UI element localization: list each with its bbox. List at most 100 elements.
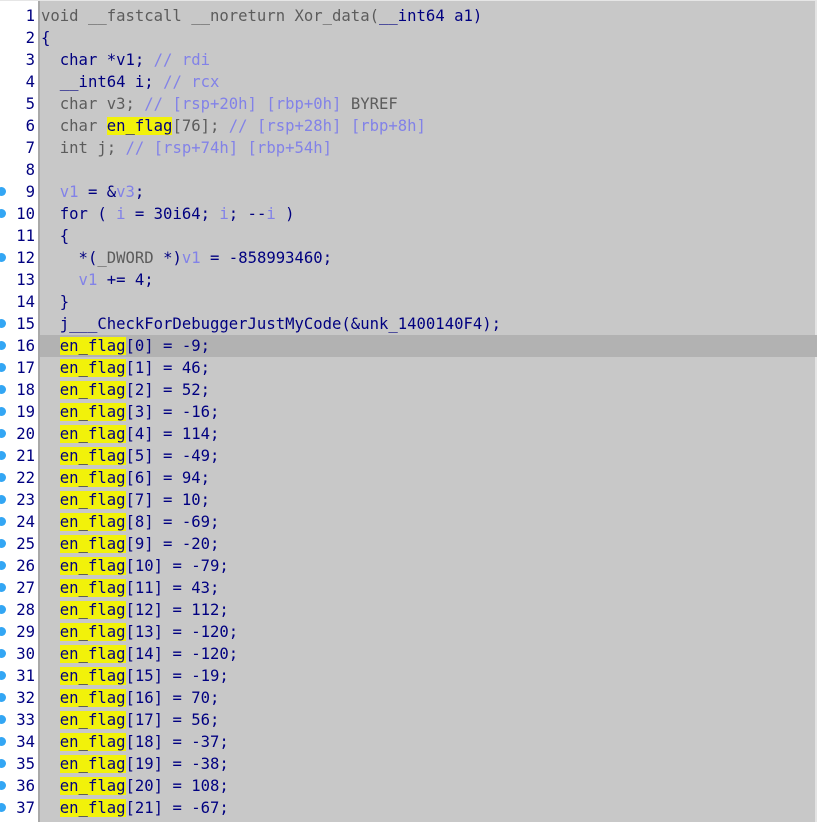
code-line[interactable]: 30 en_flag[14] = -120;: [0, 643, 817, 665]
code-line[interactable]: 25 en_flag[9] = -20;: [0, 533, 817, 555]
code-text[interactable]: en_flag[21] = -67;: [41, 797, 229, 819]
code-variable[interactable]: i: [266, 205, 275, 223]
code-line[interactable]: 18 en_flag[2] = 52;: [0, 379, 817, 401]
code-text[interactable]: en_flag[1] = 46;: [41, 357, 210, 379]
code-text[interactable]: __int64 i; // rcx: [41, 71, 220, 93]
code-line[interactable]: 27 en_flag[11] = 43;: [0, 577, 817, 599]
identifier-en-flag-highlighted[interactable]: en_flag: [59, 667, 126, 685]
code-line[interactable]: 7 int j; // [rsp+74h] [rbp+54h]: [0, 137, 817, 159]
code-text[interactable]: en_flag[10] = -79;: [41, 555, 229, 577]
code-line[interactable]: 32 en_flag[16] = 70;: [0, 687, 817, 709]
code-text[interactable]: *(_DWORD *)v1 = -858993460;: [41, 247, 333, 269]
identifier-en-flag-highlighted[interactable]: en_flag: [59, 557, 126, 575]
code-line[interactable]: 19 en_flag[3] = -16;: [0, 401, 817, 423]
code-lines[interactable]: 1 void __fastcall __noreturn Xor_data(__i…: [0, 5, 817, 819]
code-text[interactable]: en_flag[0] = -9;: [41, 335, 210, 357]
code-variable[interactable]: v3: [116, 183, 135, 201]
code-line[interactable]: 21 en_flag[5] = -49;: [0, 445, 817, 467]
code-line[interactable]: 10 for ( i = 30i64; i; --i ): [0, 203, 817, 225]
code-line[interactable]: 11 {: [0, 225, 817, 247]
code-text[interactable]: v1 = &v3;: [41, 181, 145, 203]
code-text[interactable]: for ( i = 30i64; i; --i ): [41, 203, 295, 225]
code-text[interactable]: en_flag[16] = 70;: [41, 687, 219, 709]
code-text[interactable]: {: [41, 27, 50, 49]
code-line[interactable]: 33 en_flag[17] = 56;: [0, 709, 817, 731]
code-line[interactable]: 36 en_flag[20] = 108;: [0, 775, 817, 797]
code-text[interactable]: int j; // [rsp+74h] [rbp+54h]: [41, 137, 332, 159]
identifier-en-flag-highlighted[interactable]: en_flag: [59, 733, 126, 751]
code-line[interactable]: 12 *(_DWORD *)v1 = -858993460;: [0, 247, 817, 269]
code-text[interactable]: j___CheckForDebuggerJustMyCode(&unk_1400…: [41, 313, 501, 335]
identifier-en-flag-highlighted[interactable]: en_flag: [106, 117, 173, 135]
identifier-en-flag-highlighted[interactable]: en_flag: [59, 755, 126, 773]
code-text[interactable]: en_flag[6] = 94;: [41, 467, 210, 489]
identifier-en-flag-highlighted[interactable]: en_flag: [59, 381, 126, 399]
code-text[interactable]: {: [41, 225, 69, 247]
identifier-en-flag-highlighted[interactable]: en_flag: [59, 645, 126, 663]
code-line[interactable]: 5 char v3; // [rsp+20h] [rbp+0h] BYREF: [0, 93, 817, 115]
code-line[interactable]: 2{: [0, 27, 817, 49]
code-variable[interactable]: v1: [41, 271, 98, 289]
code-line[interactable]: 14 }: [0, 291, 817, 313]
pseudocode-view[interactable]: 1 void __fastcall __noreturn Xor_data(__i…: [0, 0, 817, 822]
code-line[interactable]: 29 en_flag[13] = -120;: [0, 621, 817, 643]
code-text[interactable]: en_flag[8] = -69;: [41, 511, 219, 533]
code-line[interactable]: 17 en_flag[1] = 46;: [0, 357, 817, 379]
code-text[interactable]: en_flag[11] = 43;: [41, 577, 219, 599]
code-text[interactable]: en_flag[7] = 10;: [41, 489, 210, 511]
identifier-en-flag-highlighted[interactable]: en_flag: [59, 799, 126, 817]
code-line[interactable]: 15 j___CheckForDebuggerJustMyCode(&unk_1…: [0, 313, 817, 335]
identifier-en-flag-highlighted[interactable]: en_flag: [59, 513, 126, 531]
code-line[interactable]: 35 en_flag[19] = -38;: [0, 753, 817, 775]
code-line[interactable]: 8: [0, 159, 817, 181]
code-text[interactable]: en_flag[12] = 112;: [41, 599, 229, 621]
identifier-en-flag-highlighted[interactable]: en_flag: [59, 469, 126, 487]
code-text[interactable]: en_flag[20] = 108;: [41, 775, 229, 797]
identifier-en-flag-highlighted[interactable]: en_flag: [59, 579, 126, 597]
code-text[interactable]: en_flag[5] = -49;: [41, 445, 219, 467]
identifier-en-flag-highlighted[interactable]: en_flag: [59, 623, 126, 641]
code-text[interactable]: char v3; // [rsp+20h] [rbp+0h] BYREF: [41, 93, 398, 115]
code-variable[interactable]: i: [219, 205, 228, 223]
identifier-en-flag-highlighted[interactable]: en_flag: [59, 447, 126, 465]
code-text[interactable]: en_flag[15] = -19;: [41, 665, 229, 687]
code-line[interactable]: 26 en_flag[10] = -79;: [0, 555, 817, 577]
code-text[interactable]: en_flag[2] = 52;: [41, 379, 210, 401]
code-line[interactable]: 3 char *v1; // rdi: [0, 49, 817, 71]
identifier-en-flag-highlighted[interactable]: en_flag: [59, 535, 126, 553]
code-text[interactable]: char *v1; // rdi: [41, 49, 210, 71]
identifier-en-flag-highlighted[interactable]: en_flag: [59, 601, 126, 619]
code-text[interactable]: en_flag[17] = 56;: [41, 709, 219, 731]
identifier-en-flag-highlighted[interactable]: en_flag: [59, 425, 126, 443]
code-text[interactable]: char en_flag[76]; // [rsp+28h] [rbp+8h]: [41, 115, 426, 137]
code-text[interactable]: en_flag[13] = -120;: [41, 621, 238, 643]
code-variable[interactable]: i: [116, 205, 125, 223]
code-line[interactable]: 28 en_flag[12] = 112;: [0, 599, 817, 621]
code-line[interactable]: 13 v1 += 4;: [0, 269, 817, 291]
identifier-en-flag-highlighted[interactable]: en_flag: [59, 689, 126, 707]
code-line[interactable]: 20 en_flag[4] = 114;: [0, 423, 817, 445]
code-line[interactable]: 4 __int64 i; // rcx: [0, 71, 817, 93]
code-text[interactable]: void __fastcall __noreturn Xor_data(__in…: [41, 5, 482, 27]
identifier-en-flag-highlighted[interactable]: en_flag: [59, 711, 126, 729]
code-text[interactable]: en_flag[14] = -120;: [41, 643, 238, 665]
code-line[interactable]: 22 en_flag[6] = 94;: [0, 467, 817, 489]
code-line[interactable]: 37 en_flag[21] = -67;: [0, 797, 817, 819]
code-variable[interactable]: v1: [41, 183, 79, 201]
code-line[interactable]: 31 en_flag[15] = -19;: [0, 665, 817, 687]
code-text[interactable]: }: [41, 291, 69, 313]
code-line[interactable]: 9 v1 = &v3;: [0, 181, 817, 203]
code-line-current[interactable]: 16 en_flag[0] = -9;: [0, 335, 817, 357]
identifier-en-flag-highlighted[interactable]: en_flag: [59, 337, 126, 355]
code-line[interactable]: 23 en_flag[7] = 10;: [0, 489, 817, 511]
code-line[interactable]: 6 char en_flag[76]; // [rsp+28h] [rbp+8h…: [0, 115, 817, 137]
code-line[interactable]: 34 en_flag[18] = -37;: [0, 731, 817, 753]
code-text[interactable]: en_flag[18] = -37;: [41, 731, 229, 753]
identifier-en-flag-highlighted[interactable]: en_flag: [59, 777, 126, 795]
identifier-en-flag-highlighted[interactable]: en_flag: [59, 403, 126, 421]
code-text[interactable]: en_flag[3] = -16;: [41, 401, 219, 423]
code-text[interactable]: en_flag[19] = -38;: [41, 753, 229, 775]
code-line[interactable]: 1 void __fastcall __noreturn Xor_data(__i…: [0, 5, 817, 27]
code-text[interactable]: en_flag[4] = 114;: [41, 423, 219, 445]
code-text[interactable]: v1 += 4;: [41, 269, 154, 291]
